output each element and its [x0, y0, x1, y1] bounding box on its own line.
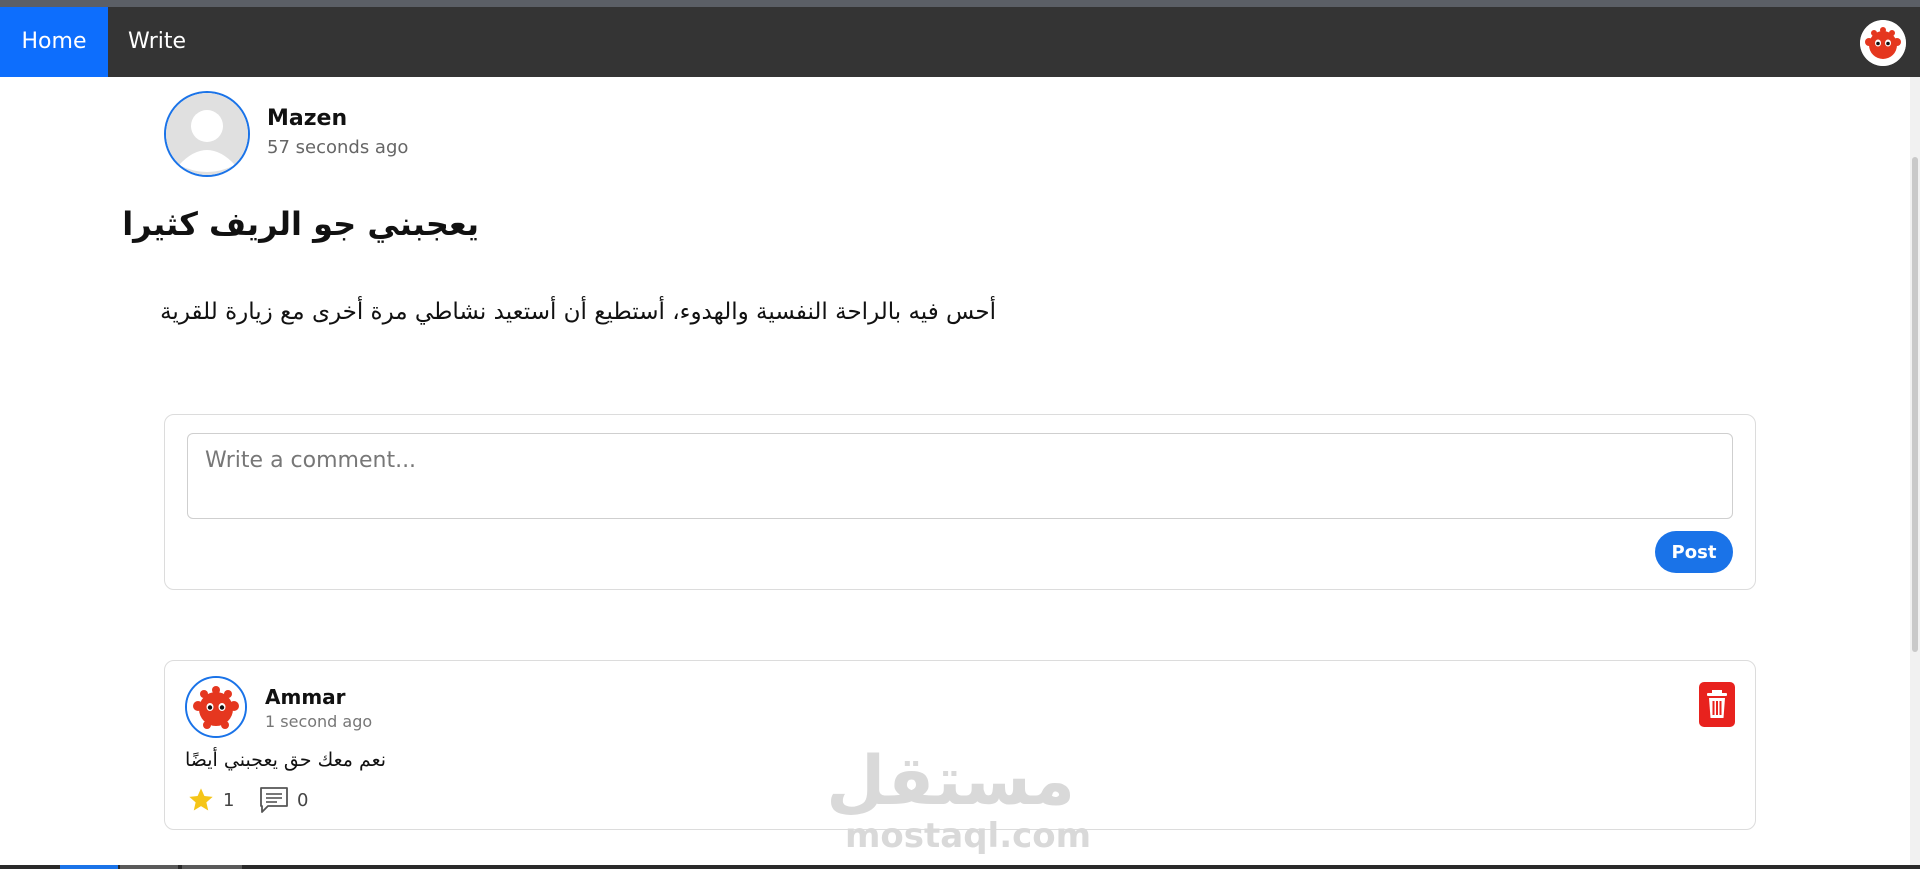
bottom-taskbar-edge [0, 865, 1920, 869]
comment-input[interactable] [187, 433, 1733, 519]
nav-write-link[interactable]: Write [108, 7, 206, 77]
post-body: أحس فيه بالراحة النفسية والهدوء، أستطيع … [160, 299, 996, 325]
reply-button[interactable]: 0 [259, 785, 308, 815]
reply-count: 0 [297, 789, 309, 811]
page-scrollbar[interactable] [1910, 77, 1920, 869]
comment-form: Post [164, 414, 1756, 590]
comment-card: Ammar 1 second ago نعم معك حق يعجبني أيض… [164, 660, 1756, 830]
taskbar-indicator [182, 865, 242, 869]
star-icon [189, 788, 213, 811]
nav-home-link[interactable]: Home [0, 7, 108, 77]
window-top-edge [0, 0, 1920, 7]
navbar: Home Write [0, 7, 1920, 77]
crab-avatar-icon [187, 678, 245, 736]
taskbar-active-indicator [60, 865, 118, 869]
user-menu-avatar[interactable] [1860, 20, 1906, 66]
scrollbar-thumb[interactable] [1912, 157, 1918, 652]
comment-text: نعم معك حق يعجبني أيضًا [185, 749, 387, 771]
commenter-name[interactable]: Ammar [265, 685, 346, 709]
user-avatar-icon [166, 93, 248, 175]
crab-avatar-icon [1860, 20, 1906, 66]
comment-timestamp: 1 second ago [265, 712, 373, 731]
trash-icon [1707, 690, 1727, 718]
star-count: 1 [223, 789, 235, 811]
author-avatar[interactable] [164, 91, 250, 177]
author-name[interactable]: Mazen [267, 106, 347, 131]
commenter-avatar[interactable] [185, 676, 247, 738]
taskbar-indicator [120, 865, 178, 869]
delete-comment-button[interactable] [1699, 682, 1735, 727]
post-comment-button[interactable]: Post [1655, 531, 1733, 573]
comment-icon [260, 787, 288, 813]
post-title: يعجبني جو الريف كثيرا [122, 205, 479, 243]
post-timestamp: 57 seconds ago [267, 137, 409, 158]
star-rating-button[interactable]: 1 [187, 785, 234, 815]
